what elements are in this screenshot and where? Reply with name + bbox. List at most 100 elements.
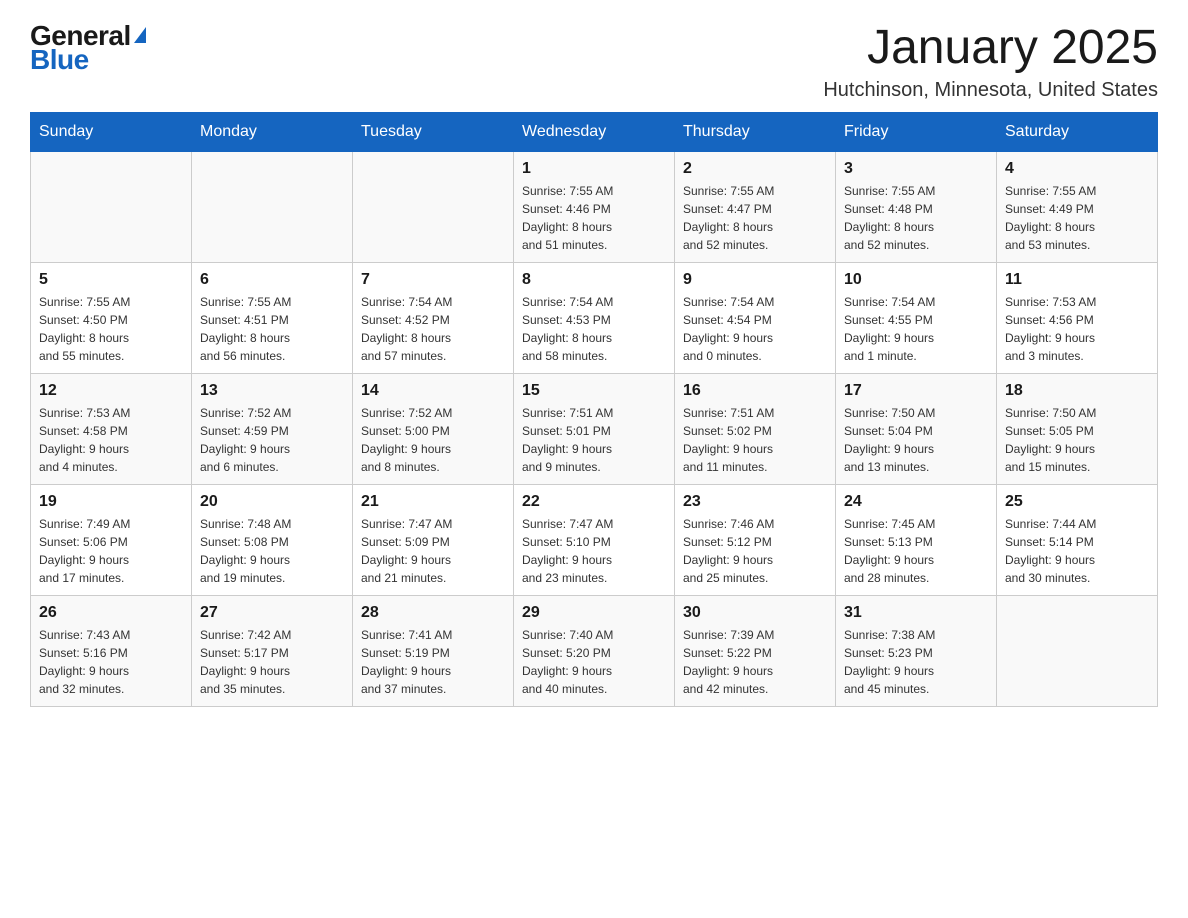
- logo-blue-text: Blue: [30, 44, 89, 76]
- day-info: Sunrise: 7:51 AM Sunset: 5:02 PM Dayligh…: [683, 404, 827, 476]
- day-info: Sunrise: 7:50 AM Sunset: 5:05 PM Dayligh…: [1005, 404, 1149, 476]
- day-info: Sunrise: 7:45 AM Sunset: 5:13 PM Dayligh…: [844, 515, 988, 587]
- calendar-cell: [31, 152, 192, 263]
- day-number: 9: [683, 271, 827, 289]
- logo-triangle-icon: [134, 27, 146, 43]
- calendar-week-row: 19 Sunrise: 7:49 AM Sunset: 5:06 PM Dayli…: [31, 485, 1158, 596]
- calendar-cell: 24 Sunrise: 7:45 AM Sunset: 5:13 PM Dayli…: [836, 485, 997, 596]
- calendar-cell: 18 Sunrise: 7:50 AM Sunset: 5:05 PM Dayli…: [997, 374, 1158, 485]
- day-info: Sunrise: 7:55 AM Sunset: 4:48 PM Dayligh…: [844, 182, 988, 254]
- day-info: Sunrise: 7:48 AM Sunset: 5:08 PM Dayligh…: [200, 515, 344, 587]
- day-info: Sunrise: 7:51 AM Sunset: 5:01 PM Dayligh…: [522, 404, 666, 476]
- day-info: Sunrise: 7:46 AM Sunset: 5:12 PM Dayligh…: [683, 515, 827, 587]
- calendar-cell: 26 Sunrise: 7:43 AM Sunset: 5:16 PM Dayli…: [31, 596, 192, 707]
- day-info: Sunrise: 7:55 AM Sunset: 4:51 PM Dayligh…: [200, 293, 344, 365]
- day-number: 28: [361, 604, 505, 622]
- day-number: 22: [522, 493, 666, 511]
- day-number: 19: [39, 493, 183, 511]
- calendar-cell: 28 Sunrise: 7:41 AM Sunset: 5:19 PM Dayli…: [353, 596, 514, 707]
- day-number: 12: [39, 382, 183, 400]
- calendar-cell: 14 Sunrise: 7:52 AM Sunset: 5:00 PM Dayli…: [353, 374, 514, 485]
- calendar-cell: 27 Sunrise: 7:42 AM Sunset: 5:17 PM Dayli…: [192, 596, 353, 707]
- day-number: 14: [361, 382, 505, 400]
- day-number: 1: [522, 160, 666, 178]
- column-header-sunday: Sunday: [31, 113, 192, 152]
- day-info: Sunrise: 7:50 AM Sunset: 5:04 PM Dayligh…: [844, 404, 988, 476]
- calendar-cell: 19 Sunrise: 7:49 AM Sunset: 5:06 PM Dayli…: [31, 485, 192, 596]
- day-info: Sunrise: 7:54 AM Sunset: 4:53 PM Dayligh…: [522, 293, 666, 365]
- day-number: 16: [683, 382, 827, 400]
- day-number: 2: [683, 160, 827, 178]
- day-number: 15: [522, 382, 666, 400]
- day-info: Sunrise: 7:53 AM Sunset: 4:56 PM Dayligh…: [1005, 293, 1149, 365]
- calendar-cell: 3 Sunrise: 7:55 AM Sunset: 4:48 PM Daylig…: [836, 152, 997, 263]
- calendar-cell: [192, 152, 353, 263]
- day-info: Sunrise: 7:39 AM Sunset: 5:22 PM Dayligh…: [683, 626, 827, 698]
- day-number: 3: [844, 160, 988, 178]
- calendar-week-row: 26 Sunrise: 7:43 AM Sunset: 5:16 PM Dayli…: [31, 596, 1158, 707]
- calendar-cell: 7Sunrise: 7:54 AM Sunset: 4:52 PM Daylig…: [353, 263, 514, 374]
- calendar-week-row: 1 Sunrise: 7:55 AM Sunset: 4:46 PM Daylig…: [31, 152, 1158, 263]
- day-number: 26: [39, 604, 183, 622]
- day-info: Sunrise: 7:54 AM Sunset: 4:54 PM Dayligh…: [683, 293, 827, 365]
- column-header-thursday: Thursday: [675, 113, 836, 152]
- day-number: 18: [1005, 382, 1149, 400]
- calendar-cell: 13Sunrise: 7:52 AM Sunset: 4:59 PM Dayli…: [192, 374, 353, 485]
- calendar-cell: [997, 596, 1158, 707]
- day-number: 7: [361, 271, 505, 289]
- calendar-cell: 20 Sunrise: 7:48 AM Sunset: 5:08 PM Dayli…: [192, 485, 353, 596]
- day-info: Sunrise: 7:38 AM Sunset: 5:23 PM Dayligh…: [844, 626, 988, 698]
- day-info: Sunrise: 7:55 AM Sunset: 4:46 PM Dayligh…: [522, 182, 666, 254]
- day-number: 5: [39, 271, 183, 289]
- calendar-cell: 8Sunrise: 7:54 AM Sunset: 4:53 PM Daylig…: [514, 263, 675, 374]
- logo: General Blue: [30, 20, 146, 76]
- day-number: 31: [844, 604, 988, 622]
- column-header-monday: Monday: [192, 113, 353, 152]
- day-number: 6: [200, 271, 344, 289]
- page-header: General Blue January 2025 Hutchinson, Mi…: [30, 20, 1158, 102]
- day-number: 23: [683, 493, 827, 511]
- day-info: Sunrise: 7:55 AM Sunset: 4:50 PM Dayligh…: [39, 293, 183, 365]
- calendar-week-row: 5 Sunrise: 7:55 AM Sunset: 4:50 PM Daylig…: [31, 263, 1158, 374]
- day-number: 29: [522, 604, 666, 622]
- day-info: Sunrise: 7:52 AM Sunset: 4:59 PM Dayligh…: [200, 404, 344, 476]
- day-info: Sunrise: 7:47 AM Sunset: 5:10 PM Dayligh…: [522, 515, 666, 587]
- calendar-cell: 6 Sunrise: 7:55 AM Sunset: 4:51 PM Daylig…: [192, 263, 353, 374]
- day-number: 27: [200, 604, 344, 622]
- day-number: 11: [1005, 271, 1149, 289]
- day-info: Sunrise: 7:42 AM Sunset: 5:17 PM Dayligh…: [200, 626, 344, 698]
- calendar-header-row: SundayMondayTuesdayWednesdayThursdayFrid…: [31, 113, 1158, 152]
- column-header-wednesday: Wednesday: [514, 113, 675, 152]
- calendar-title: January 2025: [823, 20, 1158, 75]
- day-info: Sunrise: 7:41 AM Sunset: 5:19 PM Dayligh…: [361, 626, 505, 698]
- day-info: Sunrise: 7:47 AM Sunset: 5:09 PM Dayligh…: [361, 515, 505, 587]
- day-info: Sunrise: 7:55 AM Sunset: 4:49 PM Dayligh…: [1005, 182, 1149, 254]
- day-info: Sunrise: 7:40 AM Sunset: 5:20 PM Dayligh…: [522, 626, 666, 698]
- calendar-week-row: 12Sunrise: 7:53 AM Sunset: 4:58 PM Dayli…: [31, 374, 1158, 485]
- day-info: Sunrise: 7:49 AM Sunset: 5:06 PM Dayligh…: [39, 515, 183, 587]
- day-number: 10: [844, 271, 988, 289]
- calendar-cell: 31 Sunrise: 7:38 AM Sunset: 5:23 PM Dayli…: [836, 596, 997, 707]
- calendar-cell: 11 Sunrise: 7:53 AM Sunset: 4:56 PM Dayli…: [997, 263, 1158, 374]
- day-info: Sunrise: 7:52 AM Sunset: 5:00 PM Dayligh…: [361, 404, 505, 476]
- day-info: Sunrise: 7:54 AM Sunset: 4:55 PM Dayligh…: [844, 293, 988, 365]
- day-number: 4: [1005, 160, 1149, 178]
- calendar-cell: 21Sunrise: 7:47 AM Sunset: 5:09 PM Dayli…: [353, 485, 514, 596]
- calendar-cell: 30 Sunrise: 7:39 AM Sunset: 5:22 PM Dayli…: [675, 596, 836, 707]
- calendar-subtitle: Hutchinson, Minnesota, United States: [823, 79, 1158, 102]
- day-number: 24: [844, 493, 988, 511]
- calendar-cell: 16 Sunrise: 7:51 AM Sunset: 5:02 PM Dayli…: [675, 374, 836, 485]
- calendar-cell: 22 Sunrise: 7:47 AM Sunset: 5:10 PM Dayli…: [514, 485, 675, 596]
- calendar-cell: [353, 152, 514, 263]
- day-number: 30: [683, 604, 827, 622]
- day-info: Sunrise: 7:43 AM Sunset: 5:16 PM Dayligh…: [39, 626, 183, 698]
- calendar-cell: 10 Sunrise: 7:54 AM Sunset: 4:55 PM Dayli…: [836, 263, 997, 374]
- calendar-cell: 4 Sunrise: 7:55 AM Sunset: 4:49 PM Daylig…: [997, 152, 1158, 263]
- calendar-cell: 12Sunrise: 7:53 AM Sunset: 4:58 PM Dayli…: [31, 374, 192, 485]
- calendar-cell: 1 Sunrise: 7:55 AM Sunset: 4:46 PM Daylig…: [514, 152, 675, 263]
- calendar-cell: 23 Sunrise: 7:46 AM Sunset: 5:12 PM Dayli…: [675, 485, 836, 596]
- title-area: January 2025 Hutchinson, Minnesota, Unit…: [823, 20, 1158, 102]
- day-number: 20: [200, 493, 344, 511]
- day-number: 17: [844, 382, 988, 400]
- day-number: 25: [1005, 493, 1149, 511]
